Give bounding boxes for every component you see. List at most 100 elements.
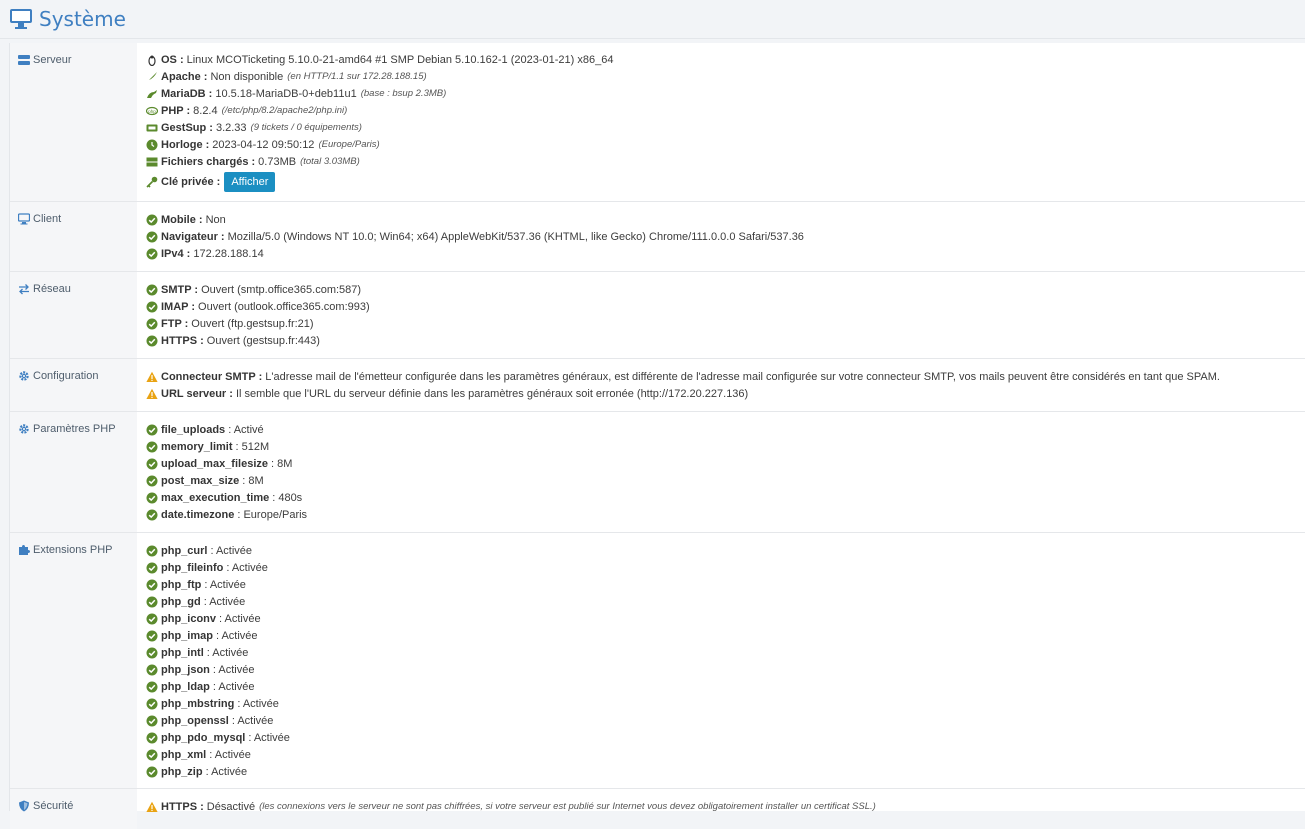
show-private-key-button[interactable]: Afficher xyxy=(224,172,276,192)
apache-line: Apache : Non disponible (en HTTP/1.1 sur… xyxy=(146,68,1305,85)
security-item: HTTPS : Désactivé (les connexions vers le … xyxy=(146,798,1305,815)
private-key-line: Clé privée : Afficher xyxy=(146,170,1305,194)
network-check-item: SMTP : Ouvert (smtp.office365.com:587) xyxy=(146,281,1305,298)
page-header: Système xyxy=(0,0,1305,39)
php-extension-item: php_gd: Activée xyxy=(146,593,1305,610)
php-extension-item: php_json: Activée xyxy=(146,661,1305,678)
os-line: OS : Linux MCOTicketing 5.10.0-21-amd64 … xyxy=(146,51,1305,68)
php-extension-item: php_ftp: Activée xyxy=(146,576,1305,593)
php-param-item: max_execution_time: 480s xyxy=(146,489,1305,506)
row-php-params: Paramètres PHP file_uploads: Activé memor… xyxy=(10,412,1305,533)
gestsup-line: GestSup : 3.2.33 (9 tickets / 0 équipeme… xyxy=(146,119,1305,136)
check-circle-icon xyxy=(146,715,158,726)
row-client: Client Mobile : Non Navigateur : Mozilla/5.… xyxy=(10,202,1305,272)
config-warning-item: Connecteur SMTP : L'adresse mail de l'éme… xyxy=(146,368,1305,385)
row-server: Serveur OS : Linux MCOTicketing 5.10.0-2… xyxy=(10,43,1305,202)
client-info-item: Mobile : Non xyxy=(146,211,1305,228)
network-check-item: IMAP : Ouvert (outlook.office365.com:993) xyxy=(146,298,1305,315)
gear-icon xyxy=(19,424,29,434)
php-extension-item: php_ldap: Activée xyxy=(146,678,1305,695)
check-circle-icon xyxy=(146,424,158,435)
gear-icon xyxy=(19,371,29,381)
php-extension-item: php_curl: Activée xyxy=(146,542,1305,559)
php-extension-item: php_xml: Activée xyxy=(146,746,1305,763)
clock-line: Horloge : 2023-04-12 09:50:12 (Europe/Pa… xyxy=(146,136,1305,153)
files-line: Fichiers chargés : 0.73MB (total 3.03MB) xyxy=(146,153,1305,170)
php-line: php PHP : 8.2.4 (/etc/php/8.2/apache2/ph… xyxy=(146,102,1305,119)
row-label-php-extensions: Extensions PHP xyxy=(33,544,113,556)
page-title: Système xyxy=(39,7,126,31)
php-extension-item: php_mbstring: Activée xyxy=(146,695,1305,712)
check-circle-icon xyxy=(146,458,158,469)
check-circle-icon xyxy=(146,749,158,760)
check-circle-icon xyxy=(146,214,158,225)
check-circle-icon xyxy=(146,441,158,452)
mariadb-line: MariaDB : 10.5.18-MariaDB-0+deb11u1 (bas… xyxy=(146,85,1305,102)
key-icon xyxy=(146,176,158,188)
desktop-icon xyxy=(18,213,30,225)
warning-icon xyxy=(146,388,158,399)
check-circle-icon xyxy=(146,647,158,658)
check-circle-icon xyxy=(146,664,158,675)
desktop-icon xyxy=(10,9,32,29)
check-circle-icon xyxy=(146,509,158,520)
client-info-item: Navigateur : Mozilla/5.0 (Windows NT 10.0… xyxy=(146,228,1305,245)
check-circle-icon xyxy=(146,562,158,573)
check-circle-icon xyxy=(146,630,158,641)
row-configuration: Configuration Connecteur SMTP : L'adresse… xyxy=(10,359,1305,412)
network-check-item: FTP : Ouvert (ftp.gestsup.fr:21) xyxy=(146,315,1305,332)
php-param-item: date.timezone: Europe/Paris xyxy=(146,506,1305,523)
check-circle-icon xyxy=(146,681,158,692)
row-label-php-params: Paramètres PHP xyxy=(33,423,116,435)
php-extension-item: php_fileinfo: Activée xyxy=(146,559,1305,576)
php-extension-item: php_imap: Activée xyxy=(146,627,1305,644)
check-circle-icon xyxy=(146,766,158,777)
check-circle-icon xyxy=(146,248,158,259)
row-label-server: Serveur xyxy=(33,54,72,66)
php-param-item: upload_max_filesize: 8M xyxy=(146,455,1305,472)
row-network: Réseau SMTP : Ouvert (smtp.office365.com:… xyxy=(10,272,1305,359)
check-circle-icon xyxy=(146,545,158,556)
check-circle-icon xyxy=(146,732,158,743)
ticket-icon xyxy=(146,124,158,131)
row-label-security: Sécurité xyxy=(33,800,74,812)
row-label-client: Client xyxy=(33,213,62,225)
clock-icon xyxy=(146,139,158,150)
feather-icon xyxy=(147,71,157,82)
shield-icon xyxy=(19,800,29,812)
server-icon xyxy=(18,55,30,65)
linux-icon xyxy=(148,55,156,66)
seal-icon xyxy=(147,89,157,98)
config-warning-item: URL serveur : Il semble que l'URL du serv… xyxy=(146,385,1305,402)
check-circle-icon xyxy=(146,231,158,242)
php-extension-item: php_pdo_mysql: Activée xyxy=(146,729,1305,746)
row-php-extensions: Extensions PHP php_curl: Activée php_file… xyxy=(10,533,1305,789)
check-circle-icon xyxy=(146,596,158,607)
puzzle-icon xyxy=(19,545,30,555)
php-param-item: post_max_size: 8M xyxy=(146,472,1305,489)
check-circle-icon xyxy=(146,284,158,295)
check-circle-icon xyxy=(146,492,158,503)
check-circle-icon xyxy=(146,613,158,624)
row-security: Sécurité HTTPS : Désactivé (les connexions… xyxy=(10,789,1305,829)
php-extension-item: php_openssl: Activée xyxy=(146,712,1305,729)
php-extension-item: php_iconv: Activée xyxy=(146,610,1305,627)
network-check-item: HTTPS : Ouvert (gestsup.fr:443) xyxy=(146,332,1305,349)
check-circle-icon xyxy=(146,475,158,486)
php-icon: php xyxy=(146,106,158,115)
system-panel: Serveur OS : Linux MCOTicketing 5.10.0-2… xyxy=(9,43,1305,829)
warning-icon xyxy=(146,371,158,382)
client-info-item: IPv4 :172.28.188.14 xyxy=(146,245,1305,262)
check-circle-icon xyxy=(146,335,158,346)
check-circle-icon xyxy=(146,579,158,590)
check-circle-icon xyxy=(146,318,158,329)
check-circle-icon xyxy=(146,698,158,709)
php-param-item: memory_limit: 512M xyxy=(146,438,1305,455)
php-param-item: file_uploads: Activé xyxy=(146,421,1305,438)
row-label-configuration: Configuration xyxy=(33,370,99,382)
exchange-icon xyxy=(19,284,29,295)
php-extension-item: php_zip: Activée xyxy=(146,763,1305,780)
check-circle-icon xyxy=(146,301,158,312)
hdd-icon xyxy=(146,157,158,166)
svg-text:php: php xyxy=(148,109,156,114)
